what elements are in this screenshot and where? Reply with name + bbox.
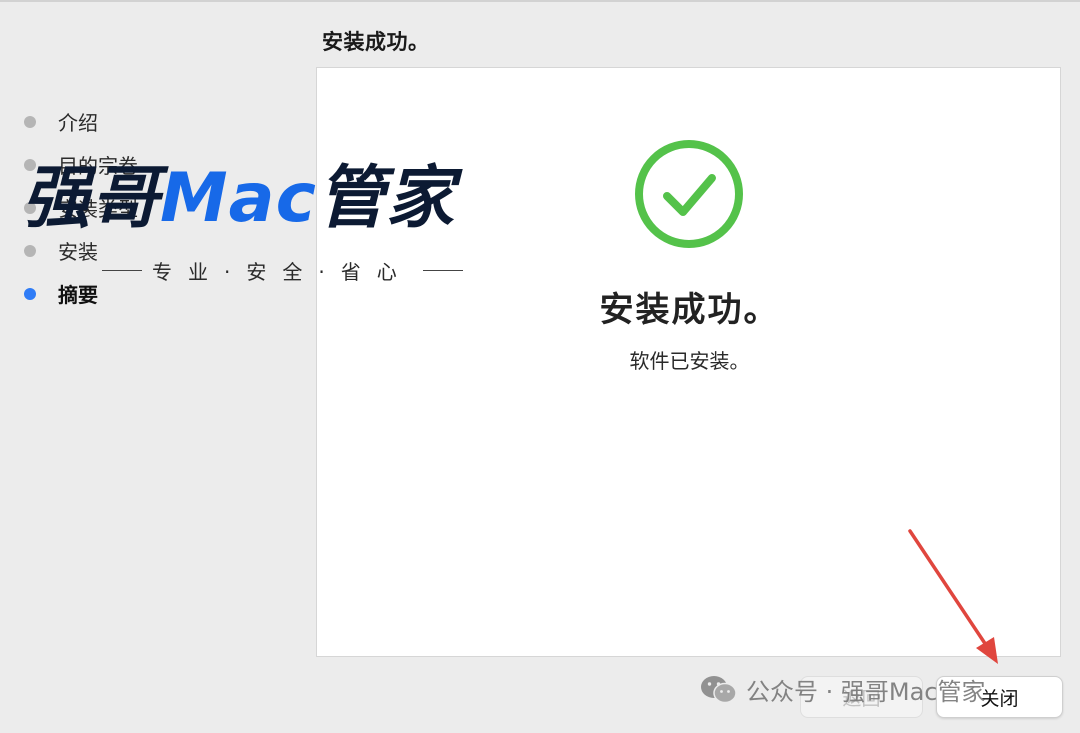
sidebar-step-installation-type: 安装类型 <box>24 186 138 229</box>
step-status-dot <box>24 158 36 171</box>
success-heading: 安装成功。 <box>599 290 780 330</box>
sidebar-step-label: 安装类型 <box>58 197 138 221</box>
checkmark-circle-icon <box>635 140 743 248</box>
sidebar-step-destination: 目的宗卷 <box>24 143 138 186</box>
wechat-icon <box>701 675 737 703</box>
step-status-dot <box>24 115 36 128</box>
success-message: 软件已安装。 <box>629 349 750 373</box>
page-title: 安装成功。 <box>322 30 430 54</box>
sidebar-step-label: 介绍 <box>58 111 98 135</box>
window-top-border <box>0 0 1080 2</box>
sidebar-step-install: 安装 <box>24 229 138 272</box>
sidebar-step-introduction: 介绍 <box>24 100 138 143</box>
close-button[interactable]: 关闭 <box>936 676 1063 718</box>
sidebar-step-label: 安装 <box>58 240 98 264</box>
installer-steps-sidebar: 介绍 目的宗卷 安装类型 安装 摘要 <box>24 100 138 315</box>
sidebar-step-label: 目的宗卷 <box>58 154 138 178</box>
sidebar-step-label: 摘要 <box>58 283 98 307</box>
step-current-dot <box>24 287 36 300</box>
content-pane: 安装成功。 软件已安装。 <box>316 67 1061 657</box>
sidebar-step-summary: 摘要 <box>24 272 138 315</box>
back-button[interactable]: 返回 <box>800 676 923 718</box>
step-status-dot <box>24 244 36 257</box>
step-status-dot <box>24 201 36 214</box>
